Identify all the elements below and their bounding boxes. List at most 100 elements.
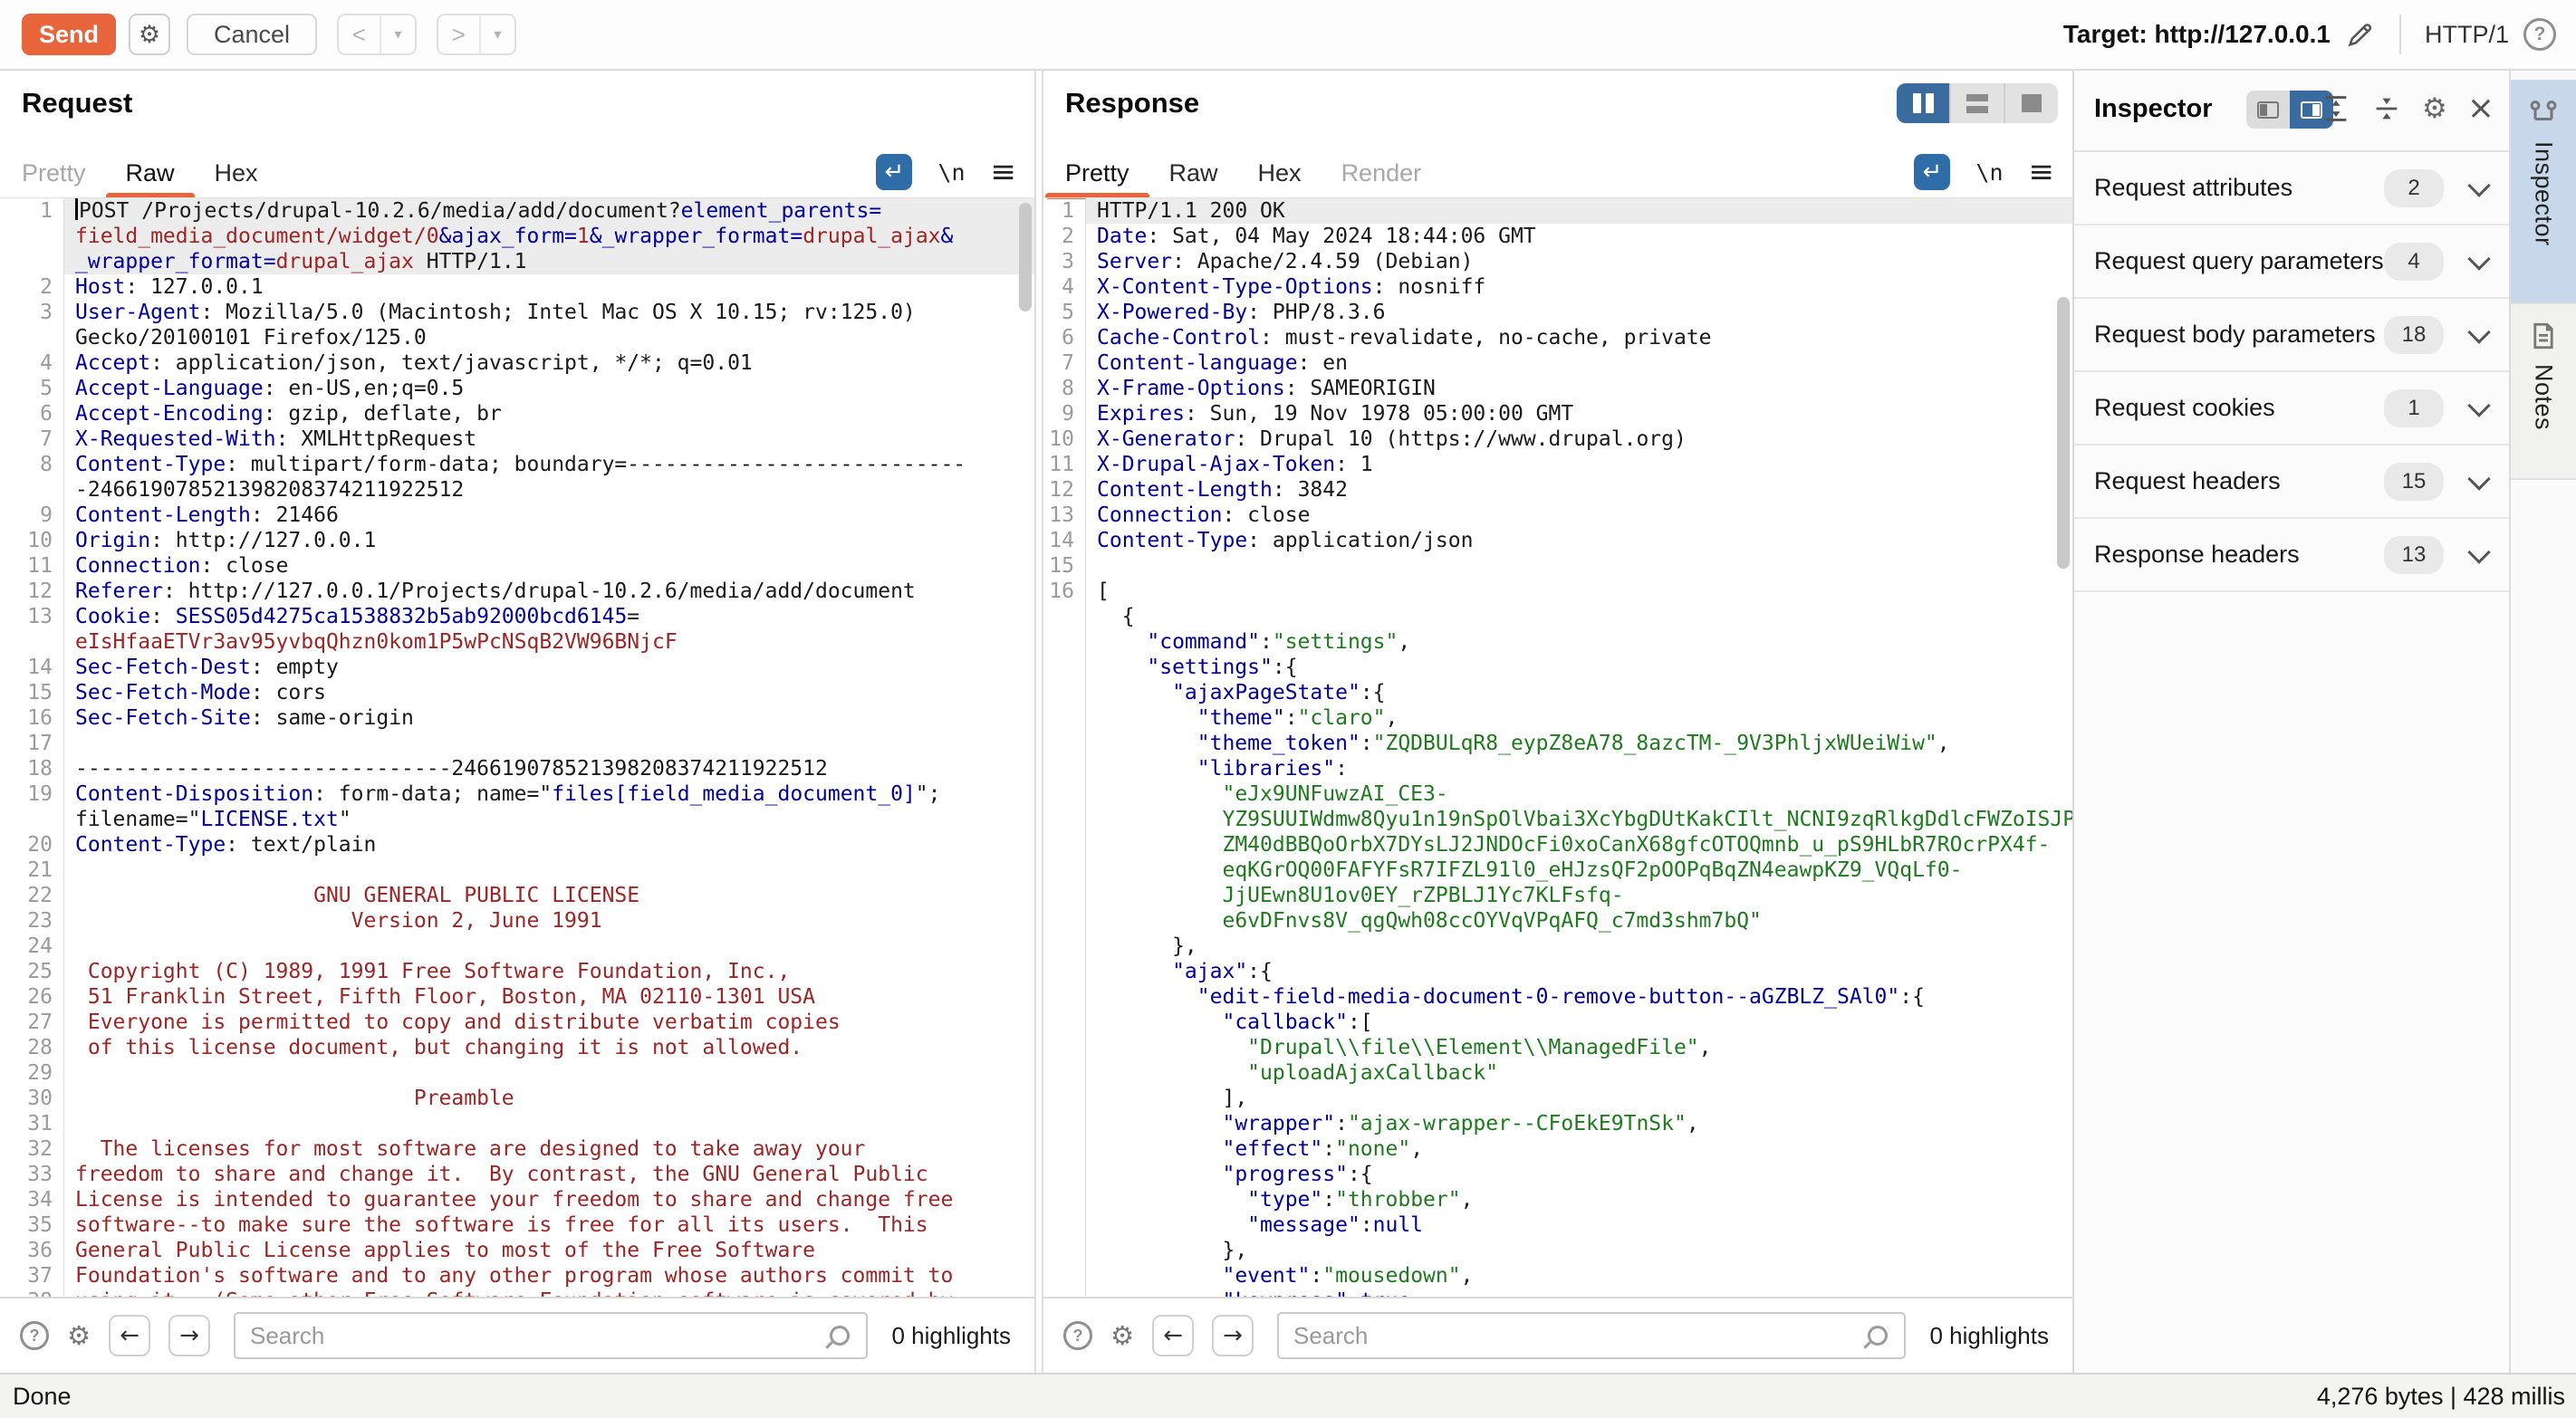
chevron-down-icon[interactable] <box>2467 174 2490 196</box>
chevron-right-icon[interactable]: > <box>438 15 479 53</box>
layout-rows-icon[interactable] <box>1949 83 2004 123</box>
code-text[interactable]: Connection: close <box>64 553 1034 579</box>
inspector-section-response-headers[interactable]: Response headers13 <box>2074 519 2509 592</box>
response-scrollbar-thumb[interactable] <box>2057 297 2070 569</box>
code-text[interactable]: Sec-Fetch-Dest: empty <box>64 655 1034 680</box>
tab-hex[interactable]: Hex <box>195 149 278 197</box>
word-wrap-icon[interactable]: ↵ <box>1914 154 1950 190</box>
code-text[interactable]: of this license document, but changing i… <box>64 1035 1034 1060</box>
request-scrollbar-thumb[interactable] <box>1019 203 1032 311</box>
code-text[interactable]: Sec-Fetch-Mode: cors <box>64 680 1034 705</box>
code-text[interactable]: Accept-Encoding: gzip, deflate, br <box>64 401 1034 426</box>
code-text[interactable]: X-Generator: Drupal 10 (https://www.drup… <box>1086 426 2072 452</box>
code-text[interactable]: "Drupal\\file\\Element\\ManagedFile", <box>1086 1035 2072 1060</box>
gear-icon[interactable]: ⚙ <box>2422 92 2447 125</box>
search-next-button[interactable]: → <box>168 1315 210 1356</box>
code-text[interactable]: Sec-Fetch-Site: same-origin <box>64 705 1034 731</box>
code-text[interactable]: Content-language: en <box>1086 350 2072 376</box>
expand-all-icon[interactable] <box>2321 93 2351 124</box>
code-text[interactable]: HTTP/1.1 200 OK <box>1086 198 2072 224</box>
code-text[interactable]: POST /Projects/drupal-10.2.6/media/add/d… <box>64 198 1034 274</box>
code-text[interactable]: License is intended to guarantee your fr… <box>64 1187 1034 1212</box>
code-text[interactable]: Cookie: SESS05d4275ca1538832b5ab92000bcd… <box>64 604 1034 655</box>
code-text[interactable]: }, <box>1086 934 2072 959</box>
chevron-left-icon[interactable]: < <box>339 15 380 53</box>
next-request-button[interactable]: > ▾ <box>437 14 516 55</box>
code-text[interactable]: Host: 127.0.0.1 <box>64 274 1034 300</box>
inspector-section-request-query-parameters[interactable]: Request query parameters4 <box>2074 225 2509 299</box>
code-text[interactable]: "ajax":{ <box>1086 959 2072 984</box>
dropdown-arrow-icon[interactable]: ▾ <box>380 15 415 53</box>
code-text[interactable]: "event":"mousedown", <box>1086 1263 2072 1289</box>
chevron-down-icon[interactable] <box>2467 394 2490 417</box>
search-input[interactable] <box>234 1312 868 1359</box>
code-text[interactable]: software--to make sure the software is f… <box>64 1212 1034 1238</box>
code-text[interactable]: X-Requested-With: XMLHttpRequest <box>64 426 1034 452</box>
code-text[interactable] <box>64 731 1034 756</box>
code-text[interactable] <box>64 858 1034 883</box>
tab-raw[interactable]: Raw <box>106 149 195 197</box>
layout-single-icon[interactable] <box>2004 83 2058 123</box>
code-text[interactable]: Date: Sat, 04 May 2024 18:44:06 GMT <box>1086 224 2072 249</box>
code-text[interactable]: Preamble <box>64 1086 1034 1111</box>
close-icon[interactable]: × <box>2467 92 2494 125</box>
code-text[interactable]: General Public License applies to most o… <box>64 1238 1034 1263</box>
tab-hex[interactable]: Hex <box>1238 149 1322 197</box>
code-text[interactable]: Expires: Sun, 19 Nov 1978 05:00:00 GMT <box>1086 401 2072 426</box>
code-text[interactable] <box>64 1111 1034 1136</box>
layout-columns-icon[interactable] <box>1897 83 1949 123</box>
code-text[interactable]: Content-Type: application/json <box>1086 528 2072 553</box>
code-text[interactable]: "callback":[ <box>1086 1010 2072 1035</box>
code-text[interactable]: Foundation's software and to any other p… <box>64 1263 1034 1289</box>
code-text[interactable]: "theme":"claro", <box>1086 705 2072 731</box>
code-text[interactable]: "type":"throbber", <box>1086 1187 2072 1212</box>
code-text[interactable]: freedom to share and change it. By contr… <box>64 1162 1034 1187</box>
code-text[interactable]: "theme_token":"ZQDBULqR8_eypZ8eA78_8azcT… <box>1086 731 2072 756</box>
response-viewer[interactable]: 1HTTP/1.1 200 OK2Date: Sat, 04 May 2024 … <box>1043 197 2072 1297</box>
code-text[interactable]: "effect":"none", <box>1086 1136 2072 1162</box>
code-text[interactable]: X-Powered-By: PHP/8.3.6 <box>1086 300 2072 325</box>
dock-left-icon[interactable] <box>2246 91 2290 129</box>
code-text[interactable]: ------------------------------2466190785… <box>64 756 1034 781</box>
cancel-button[interactable]: Cancel <box>187 14 317 55</box>
code-text[interactable]: Everyone is permitted to copy and distri… <box>64 1010 1034 1035</box>
search-previous-button[interactable]: ← <box>109 1315 150 1356</box>
code-text[interactable]: "keypress":true, <box>1086 1289 2072 1297</box>
code-text[interactable]: Server: Apache/2.4.59 (Debian) <box>1086 249 2072 274</box>
inspector-section-request-cookies[interactable]: Request cookies1 <box>2074 372 2509 446</box>
code-text[interactable] <box>1086 553 2072 579</box>
edit-target-icon[interactable] <box>2345 19 2376 50</box>
code-text[interactable]: "ajaxPageState":{ <box>1086 680 2072 705</box>
code-text[interactable]: [ <box>1086 579 2072 604</box>
word-wrap-icon[interactable]: ↵ <box>876 154 912 190</box>
help-icon[interactable]: ? <box>2523 18 2556 51</box>
request-editor[interactable]: 1POST /Projects/drupal-10.2.6/media/add/… <box>0 197 1034 1297</box>
send-settings-button[interactable]: ⚙ <box>129 14 170 55</box>
code-text[interactable] <box>64 1060 1034 1086</box>
code-text[interactable]: using it. (Some other Free Software Foun… <box>64 1289 1034 1297</box>
code-text[interactable]: 51 Franklin Street, Fifth Floor, Boston,… <box>64 984 1034 1010</box>
dropdown-arrow-icon[interactable]: ▾ <box>479 15 514 53</box>
show-newlines-icon[interactable]: \n <box>937 159 965 186</box>
code-text[interactable]: The licenses for most software are desig… <box>64 1136 1034 1162</box>
tab-pretty[interactable]: Pretty <box>1045 149 1149 197</box>
code-text[interactable]: }, <box>1086 1238 2072 1263</box>
code-text[interactable]: "message":null <box>1086 1212 2072 1238</box>
code-text[interactable]: Accept: application/json, text/javascrip… <box>64 350 1034 376</box>
code-text[interactable]: Content-Length: 21466 <box>64 503 1034 528</box>
code-text[interactable]: Connection: close <box>1086 503 2072 528</box>
code-text[interactable]: "eJx9UNFuwzAI_CE3-YZ9SUUIWdmw8Qyu1n19nSp… <box>1086 781 2072 934</box>
code-text[interactable]: "command":"settings", <box>1086 629 2072 655</box>
code-text[interactable]: "libraries": <box>1086 756 2072 781</box>
editor-menu-icon[interactable]: ≡ <box>2029 154 2055 190</box>
search-settings-icon[interactable]: ⚙ <box>67 1320 91 1351</box>
search-help-icon[interactable]: ? <box>20 1321 49 1350</box>
code-text[interactable]: Content-Length: 3842 <box>1086 477 2072 503</box>
tab-pretty[interactable]: Pretty <box>2 149 106 197</box>
code-text[interactable]: "progress":{ <box>1086 1162 2072 1187</box>
search-help-icon[interactable]: ? <box>1063 1321 1092 1350</box>
code-text[interactable]: X-Frame-Options: SAMEORIGIN <box>1086 376 2072 401</box>
code-text[interactable]: Referer: http://127.0.0.1/Projects/drupa… <box>64 579 1034 604</box>
code-text[interactable]: Content-Type: text/plain <box>64 832 1034 858</box>
collapse-all-icon[interactable] <box>2371 93 2402 124</box>
